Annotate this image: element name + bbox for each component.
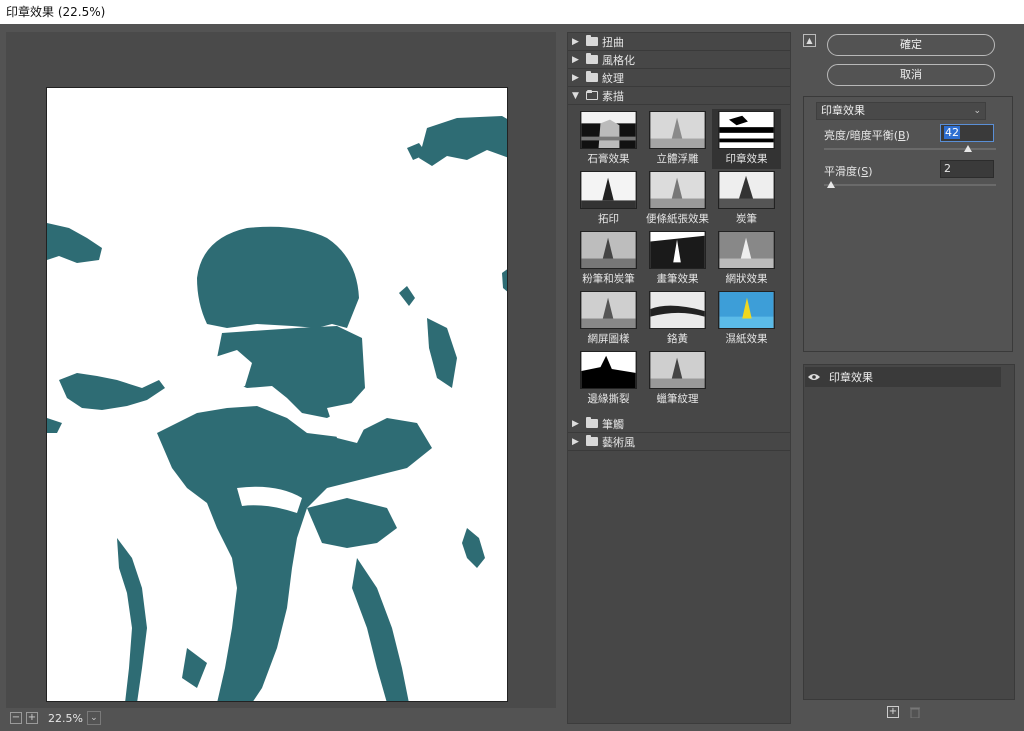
filter-label: 網狀效果	[725, 273, 768, 285]
category-sketch[interactable]: ▼ 素描	[568, 87, 790, 105]
smoothness-slider[interactable]	[824, 184, 996, 186]
stamp-effect-photo	[47, 88, 507, 701]
layer-actions: +	[887, 706, 921, 721]
filter-thumbnail	[649, 351, 706, 389]
filter-note-paper[interactable]: 便條紙張效果	[643, 169, 712, 229]
filter-water-paper[interactable]: 濕紙效果	[712, 289, 781, 349]
filter-thumbnails: 石膏效果 立體浮雕 印章效果 拓印 便條紙張效果 炭筆 粉筆和炭筆 畫筆效果 網…	[568, 105, 790, 415]
filter-reticulation[interactable]: 網狀效果	[712, 229, 781, 289]
smoothness-label: 平滑度(S)	[824, 165, 873, 178]
zoom-out-button[interactable]: −	[10, 712, 22, 724]
filter-charcoal[interactable]: 炭筆	[712, 169, 781, 229]
filter-rubbing[interactable]: 拓印	[574, 169, 643, 229]
expand-arrow-icon: ▶	[572, 36, 579, 47]
filter-settings: 印章效果 ⌄ 亮度/暗度平衡(B) 42 平滑度(S) 2	[803, 96, 1013, 352]
expand-arrow-icon: ▶	[572, 72, 579, 83]
filter-conte-crayon[interactable]: 蠟筆紋理	[643, 349, 712, 409]
folder-icon	[586, 435, 598, 446]
slider-handle[interactable]	[826, 181, 835, 188]
category-label: 素描	[602, 89, 624, 103]
category-distort[interactable]: ▶ 扭曲	[568, 33, 790, 51]
category-label: 扭曲	[602, 35, 624, 49]
zoom-level: 22.5%	[48, 711, 83, 725]
filter-label: 蠟筆紋理	[656, 393, 699, 405]
filter-label: 鉻黃	[667, 333, 688, 345]
filter-thumbnail	[649, 291, 706, 329]
filter-plaster[interactable]: 石膏效果	[574, 109, 643, 169]
category-artistic[interactable]: ▶ 藝術風	[568, 433, 790, 451]
filter-label: 拓印	[598, 213, 619, 225]
filter-label: 便條紙張效果	[646, 213, 709, 225]
category-label: 藝術風	[602, 435, 635, 449]
ok-button[interactable]: 確定	[827, 34, 995, 56]
filter-chrome[interactable]: 鉻黃	[643, 289, 712, 349]
effect-layer-label: 印章效果	[829, 371, 873, 384]
zoom-dropdown-button[interactable]: ⌄	[86, 711, 101, 725]
filter-label: 粉筆和炭筆	[582, 273, 635, 285]
trash-icon[interactable]	[909, 706, 921, 721]
effect-layers-panel: 印章效果	[803, 364, 1015, 700]
filter-thumbnail	[580, 351, 637, 389]
filter-label: 印章效果	[725, 153, 768, 165]
collapse-gallery-button[interactable]: ▲	[803, 34, 816, 47]
filter-chalk-charcoal[interactable]: 粉筆和炭筆	[574, 229, 643, 289]
category-brush-strokes[interactable]: ▶ 筆觸	[568, 415, 790, 433]
filter-thumbnail	[718, 171, 775, 209]
expand-arrow-icon: ▶	[572, 418, 579, 429]
chevron-down-icon: ⌄	[973, 106, 981, 116]
filter-select[interactable]: 印章效果 ⌄	[816, 102, 986, 120]
filter-thumbnail	[580, 171, 637, 209]
filter-thumbnail	[718, 231, 775, 269]
filter-select-value: 印章效果	[821, 104, 865, 117]
window-title: 印章效果 (22.5%)	[0, 0, 1024, 24]
slider-handle[interactable]	[964, 145, 973, 152]
filter-gallery: ▶ 扭曲 ▶ 風格化 ▶ 紋理 ▼ 素描 石膏效果 立體浮雕 印章效果 拓印 便…	[567, 32, 791, 724]
light-dark-balance-input[interactable]: 42	[940, 124, 994, 142]
category-stylize[interactable]: ▶ 風格化	[568, 51, 790, 69]
category-label: 風格化	[602, 53, 635, 67]
collapse-arrow-icon: ▼	[572, 90, 579, 101]
folder-open-icon	[586, 90, 598, 100]
category-texture[interactable]: ▶ 紋理	[568, 69, 790, 87]
smoothness-input[interactable]: 2	[940, 160, 994, 178]
filter-thumbnail	[580, 231, 637, 269]
eye-icon[interactable]	[805, 367, 823, 387]
filter-label: 炭筆	[736, 213, 757, 225]
filter-thumbnail	[580, 291, 637, 329]
expand-arrow-icon: ▶	[572, 54, 579, 65]
filter-bas-relief[interactable]: 立體浮雕	[643, 109, 712, 169]
filter-label: 立體浮雕	[656, 153, 699, 165]
expand-arrow-icon: ▶	[572, 436, 579, 447]
preview-image[interactable]	[46, 87, 508, 702]
filter-graphic-pen[interactable]: 畫筆效果	[643, 229, 712, 289]
filter-label: 邊緣撕裂	[587, 393, 630, 405]
folder-icon	[586, 35, 598, 46]
filter-thumbnail	[649, 231, 706, 269]
settings-panel: ▲ 確定 取消 印章效果 ⌄ 亮度/暗度平衡(B) 42 平滑度(S) 2 印章…	[797, 24, 1024, 731]
category-label: 筆觸	[602, 417, 624, 431]
filter-label: 網屏圖樣	[587, 333, 630, 345]
category-label: 紋理	[602, 71, 624, 85]
light-dark-balance-label: 亮度/暗度平衡(B)	[824, 129, 910, 142]
filter-thumbnail	[649, 171, 706, 209]
effect-layer-item[interactable]: 印章效果	[805, 367, 1001, 387]
folder-icon	[586, 417, 598, 428]
new-effect-layer-button[interactable]: +	[887, 706, 899, 718]
filter-label: 石膏效果	[587, 153, 630, 165]
filter-stamp[interactable]: 印章效果	[712, 109, 781, 169]
folder-icon	[586, 71, 598, 82]
filter-label: 畫筆效果	[656, 273, 699, 285]
filter-thumbnail	[718, 111, 775, 149]
filter-torn-edges[interactable]: 邊緣撕裂	[574, 349, 643, 409]
zoom-in-button[interactable]: +	[26, 712, 38, 724]
filter-thumbnail	[718, 291, 775, 329]
preview-panel: − + 22.5% ⌄	[0, 24, 562, 731]
filter-halftone[interactable]: 網屏圖樣	[574, 289, 643, 349]
filter-thumbnail	[580, 111, 637, 149]
cancel-button[interactable]: 取消	[827, 64, 995, 86]
zoom-bar: − + 22.5% ⌄	[6, 708, 556, 728]
folder-icon	[586, 53, 598, 64]
filter-label: 濕紙效果	[725, 333, 768, 345]
filter-thumbnail	[649, 111, 706, 149]
